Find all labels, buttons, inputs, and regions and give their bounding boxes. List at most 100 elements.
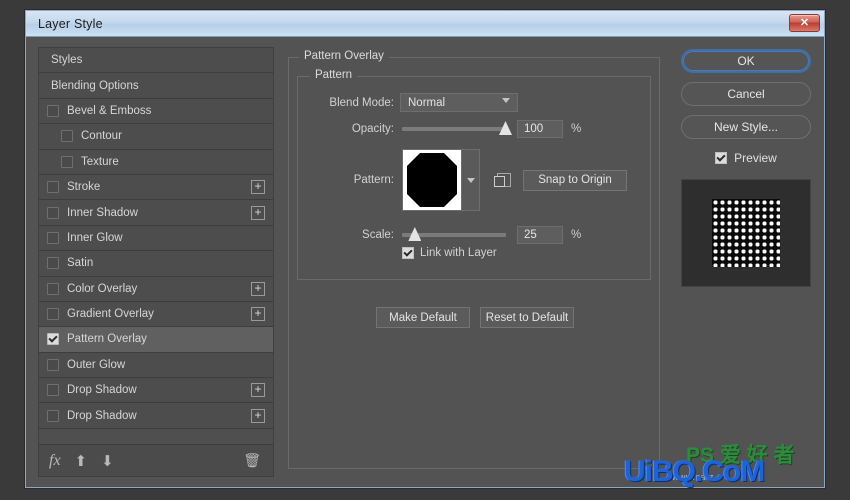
blend-mode-select[interactable]: Normal	[400, 93, 518, 112]
scale-unit: %	[571, 229, 582, 241]
move-up-icon[interactable]: ⬆	[75, 452, 88, 470]
sidebar-item-checkbox[interactable]	[47, 181, 59, 194]
sidebar-item-checkbox[interactable]	[47, 104, 59, 117]
sidebar-item-texture[interactable]: Texture	[39, 149, 273, 175]
sidebar-item-checkbox[interactable]	[47, 333, 59, 346]
sidebar-item-drop-shadow[interactable]: Drop Shadow +	[39, 403, 273, 429]
styles-list: Styles Blending Options Bevel & Emboss Cont…	[39, 48, 273, 444]
opacity-row: Opacity: 100 %	[308, 120, 581, 138]
new-style-button[interactable]: New Style...	[681, 115, 811, 139]
sidebar-item-label: Satin	[67, 257, 94, 270]
octagon-pattern-icon	[407, 153, 457, 207]
new-style-label: New Style...	[713, 120, 779, 134]
add-effect-icon[interactable]: +	[251, 383, 265, 398]
sidebar-item-label: Inner Glow	[67, 231, 123, 244]
pattern-picker[interactable]	[402, 149, 480, 211]
pattern-dropdown-button[interactable]	[461, 150, 479, 210]
sidebar-item-checkbox[interactable]	[47, 282, 59, 295]
pattern-row: Pattern: Snap to Origin	[308, 149, 627, 211]
make-default-button[interactable]: Make Default	[376, 307, 470, 328]
link-with-layer-checkbox[interactable]	[402, 247, 414, 259]
sidebar-item-label: Gradient Overlay	[67, 308, 154, 321]
sidebar-item-checkbox[interactable]	[47, 231, 59, 244]
default-buttons-row: Make Default Reset to Default	[376, 307, 574, 328]
link-with-layer-label: Link with Layer	[420, 247, 497, 259]
make-default-label: Make Default	[389, 311, 457, 324]
sidebar-item-label: Drop Shadow	[67, 384, 137, 397]
center-panel: Pattern Overlay Pattern Blend Mode: Norm…	[288, 47, 660, 477]
sidebar-item-checkbox[interactable]	[61, 130, 73, 143]
sidebar-item-label: Pattern Overlay	[67, 333, 147, 346]
opacity-slider[interactable]	[402, 121, 512, 135]
cancel-button[interactable]: Cancel	[681, 82, 811, 106]
sidebar-item-bevel-emboss[interactable]: Bevel & Emboss	[39, 98, 273, 125]
pattern-swatch[interactable]	[403, 150, 461, 210]
sidebar-item-checkbox[interactable]	[47, 358, 59, 371]
scale-label: Scale:	[362, 229, 394, 241]
scale-slider[interactable]	[402, 227, 506, 241]
trash-icon[interactable]: 🗑	[243, 452, 261, 469]
sidebar-item-label: Inner Shadow	[67, 206, 138, 219]
sidebar-item-label: Stroke	[67, 181, 101, 194]
sidebar-item-label: Contour	[81, 130, 122, 143]
fx-icon[interactable]: fx	[49, 452, 61, 470]
sidebar-item-label: Styles	[51, 54, 83, 67]
blend-mode-row: Blend Mode: Normal	[308, 93, 518, 112]
sidebar-item-color-overlay[interactable]: Color Overlay +	[39, 276, 273, 302]
sidebar-item-outer-glow[interactable]: Outer Glow	[39, 352, 273, 379]
chevron-down-icon	[466, 177, 475, 183]
opacity-input[interactable]: 100	[517, 120, 563, 138]
add-effect-icon[interactable]: +	[251, 205, 265, 220]
add-effect-icon[interactable]: +	[251, 307, 265, 322]
move-down-icon[interactable]: ⬇	[101, 452, 114, 470]
new-preset-icon[interactable]	[494, 172, 511, 188]
reset-to-default-label: Reset to Default	[485, 311, 569, 324]
snap-to-origin-button[interactable]: Snap to Origin	[523, 169, 627, 191]
reset-to-default-button[interactable]: Reset to Default	[480, 307, 574, 328]
scale-slider-thumb[interactable]	[408, 227, 422, 241]
preview-thumbnail	[681, 179, 811, 287]
blend-mode-label: Blend Mode:	[329, 96, 394, 109]
opacity-label: Opacity:	[351, 123, 394, 135]
window-title: Layer Style	[38, 16, 103, 31]
opacity-slider-thumb[interactable]	[499, 121, 512, 135]
sidebar-item-checkbox[interactable]	[47, 308, 59, 321]
pattern-overlay-title: Pattern Overlay	[299, 50, 389, 62]
snap-to-origin-label: Snap to Origin	[538, 174, 612, 186]
right-panel: OK Cancel New Style... Preview	[680, 47, 812, 477]
sidebar-item-checkbox[interactable]	[61, 155, 73, 168]
sidebar-toolbar: fx ⬆ ⬇ 🗑	[39, 444, 273, 476]
sidebar-item-checkbox[interactable]	[47, 384, 59, 397]
scale-input[interactable]: 25	[517, 226, 563, 244]
link-with-layer-row: Link with Layer	[402, 247, 497, 259]
layer-style-dialog: Layer Style ✕ Styles Blending Options Beve…	[25, 10, 825, 488]
styles-sidebar: Styles Blending Options Bevel & Emboss Cont…	[38, 47, 274, 477]
opacity-unit: %	[571, 123, 582, 135]
add-effect-icon[interactable]: +	[251, 408, 265, 423]
ok-label: OK	[737, 54, 755, 68]
sidebar-item-inner-glow[interactable]: Inner Glow	[39, 225, 273, 252]
sidebar-item-pattern-overlay[interactable]: Pattern Overlay	[39, 327, 273, 353]
sidebar-item-styles[interactable]: Styles	[39, 48, 273, 74]
sidebar-item-checkbox[interactable]	[47, 257, 59, 270]
sidebar-item-stroke[interactable]: Stroke +	[39, 174, 273, 201]
sidebar-item-satin[interactable]: Satin	[39, 251, 273, 277]
close-icon: ✕	[799, 16, 810, 29]
dialog-body: Styles Blending Options Bevel & Emboss Cont…	[26, 37, 824, 488]
sidebar-item-contour[interactable]: Contour	[39, 124, 273, 150]
sidebar-item-inner-shadow[interactable]: Inner Shadow +	[39, 200, 273, 226]
sidebar-item-gradient-overlay[interactable]: Gradient Overlay +	[39, 301, 273, 328]
sidebar-item-blending-options[interactable]: Blending Options	[39, 73, 273, 99]
add-effect-icon[interactable]: +	[251, 281, 265, 296]
pattern-overlay-group: Pattern Overlay Pattern Blend Mode: Norm…	[288, 50, 660, 469]
ok-button[interactable]: OK	[681, 49, 811, 73]
preview-pattern-image	[712, 199, 780, 267]
title-bar: Layer Style ✕	[26, 11, 824, 37]
add-effect-icon[interactable]: +	[251, 180, 265, 195]
sidebar-item-checkbox[interactable]	[47, 409, 59, 422]
preview-label: Preview	[734, 151, 777, 165]
sidebar-item-checkbox[interactable]	[47, 206, 59, 219]
close-button[interactable]: ✕	[789, 14, 820, 32]
preview-checkbox[interactable]	[715, 152, 728, 164]
sidebar-item-drop-shadow[interactable]: Drop Shadow +	[39, 378, 273, 404]
